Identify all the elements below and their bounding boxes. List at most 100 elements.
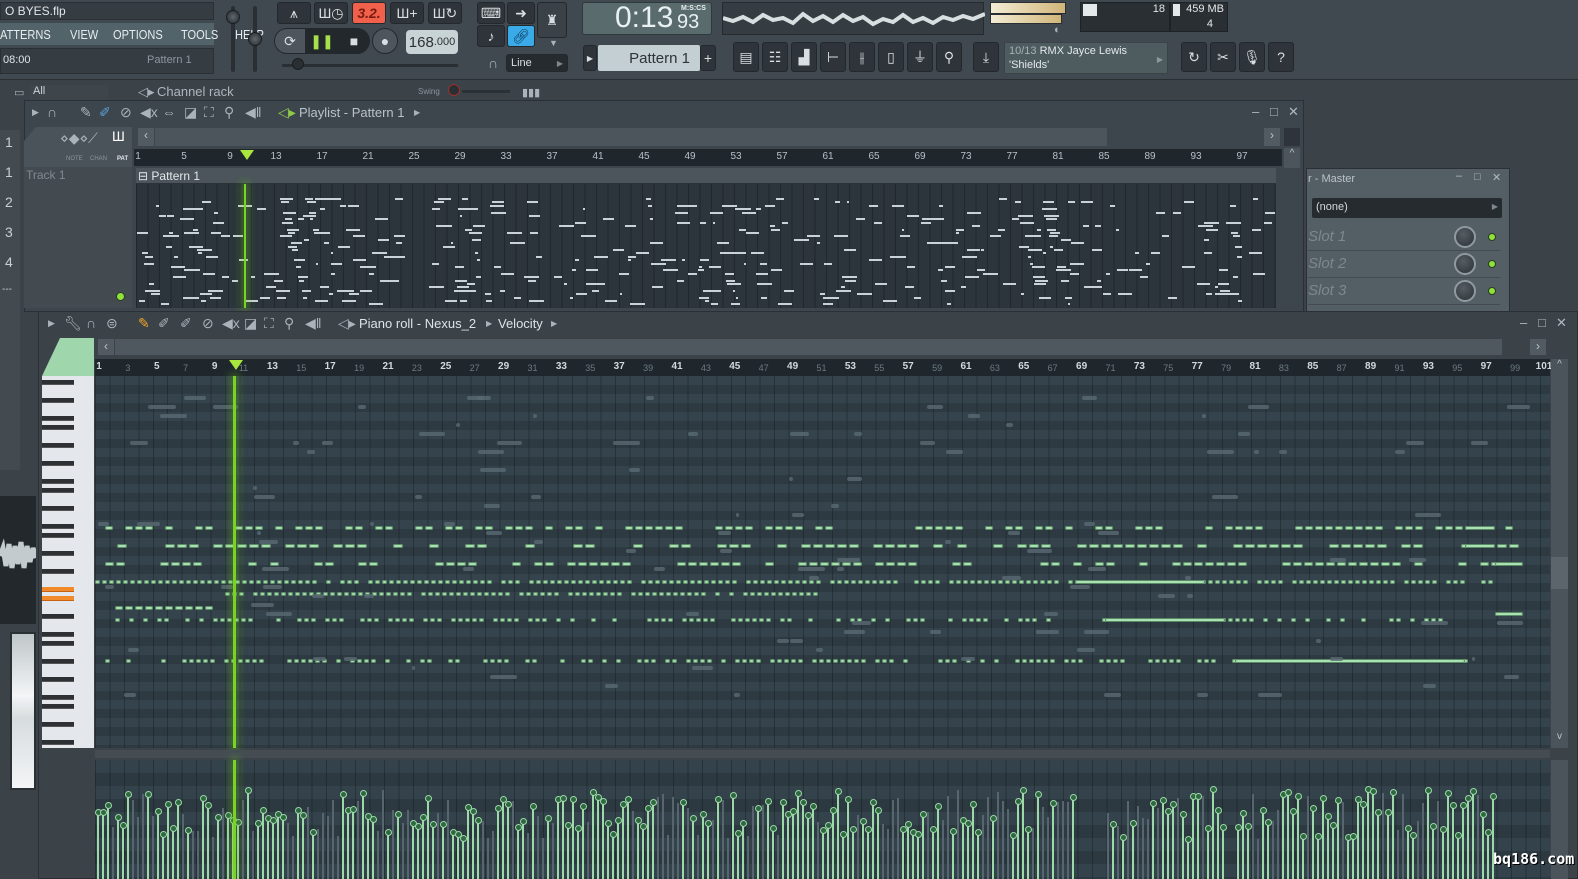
- note[interactable]: [661, 618, 666, 622]
- velocity-handle[interactable]: [1070, 794, 1077, 802]
- close-button[interactable]: ✕: [1492, 171, 1501, 184]
- tab-pat[interactable]: PAT: [117, 156, 128, 162]
- note[interactable]: [344, 592, 349, 596]
- velocity-bar[interactable]: [862, 820, 864, 879]
- note[interactable]: [388, 618, 393, 622]
- velocity-bar[interactable]: [252, 830, 254, 879]
- note[interactable]: [172, 580, 177, 584]
- note[interactable]: [505, 592, 510, 596]
- note[interactable]: [332, 618, 337, 622]
- note[interactable]: [560, 659, 565, 663]
- note[interactable]: [116, 562, 125, 566]
- velocity-handle[interactable]: [920, 811, 927, 819]
- black-key[interactable]: [42, 641, 74, 646]
- velocity-bar[interactable]: [562, 797, 564, 879]
- velocity-bar[interactable]: [1062, 801, 1064, 879]
- velocity-handle[interactable]: [1300, 832, 1307, 840]
- note[interactable]: [515, 526, 523, 530]
- velocity-handle[interactable]: [935, 802, 942, 810]
- slice-icon[interactable]: ◪: [184, 104, 197, 121]
- note[interactable]: [195, 526, 203, 530]
- note[interactable]: [224, 659, 229, 663]
- note[interactable]: [345, 544, 355, 548]
- note[interactable]: [617, 592, 622, 596]
- note[interactable]: [699, 562, 708, 566]
- note[interactable]: [826, 659, 831, 663]
- edison-button[interactable]: ✂: [1210, 42, 1236, 72]
- maximize-button[interactable]: □: [1270, 104, 1278, 119]
- slot-mix-knob[interactable]: [1454, 226, 1476, 248]
- velocity-handle[interactable]: [1490, 793, 1497, 801]
- velocity-bar[interactable]: [1342, 801, 1344, 879]
- note[interactable]: [581, 659, 586, 663]
- note[interactable]: [1149, 544, 1159, 548]
- note[interactable]: [1325, 526, 1333, 530]
- note[interactable]: [1205, 562, 1214, 566]
- note[interactable]: [1329, 544, 1339, 548]
- note[interactable]: [301, 659, 306, 663]
- note[interactable]: [659, 592, 664, 596]
- note[interactable]: [1235, 659, 1465, 663]
- velocity-handle[interactable]: [605, 819, 612, 827]
- note[interactable]: [557, 580, 562, 584]
- note[interactable]: [771, 592, 776, 596]
- note[interactable]: [431, 580, 436, 584]
- velocity-handle[interactable]: [640, 822, 647, 830]
- velocity-bar[interactable]: [1117, 826, 1119, 879]
- note[interactable]: [612, 618, 617, 622]
- note[interactable]: [620, 580, 625, 584]
- note[interactable]: [775, 526, 783, 530]
- note[interactable]: [631, 592, 636, 596]
- link-button[interactable]: 🔗︎: [507, 25, 535, 47]
- velocity-bar[interactable]: [237, 821, 239, 879]
- note[interactable]: [633, 544, 643, 548]
- velocity-handle[interactable]: [200, 795, 207, 803]
- velocity-handle[interactable]: [280, 813, 287, 821]
- velocity-handle[interactable]: [1460, 801, 1467, 809]
- note[interactable]: [144, 580, 149, 584]
- note[interactable]: [969, 618, 974, 622]
- note[interactable]: [738, 618, 743, 622]
- note[interactable]: [1025, 618, 1030, 622]
- velocity-handle[interactable]: [625, 796, 632, 804]
- note[interactable]: [600, 562, 609, 566]
- black-key[interactable]: [42, 677, 74, 682]
- note[interactable]: [669, 544, 679, 548]
- note[interactable]: [1383, 580, 1388, 584]
- note[interactable]: [1235, 526, 1243, 530]
- velocity-bar[interactable]: [897, 797, 899, 879]
- note[interactable]: [666, 592, 671, 596]
- note[interactable]: [1135, 526, 1143, 530]
- velocity-bar[interactable]: [1472, 791, 1474, 879]
- velocity-bar[interactable]: [1447, 792, 1449, 879]
- note[interactable]: [423, 618, 428, 622]
- note[interactable]: [351, 592, 356, 596]
- note[interactable]: [704, 580, 709, 584]
- velocity-handle[interactable]: [970, 801, 977, 809]
- playhead-marker[interactable]: [229, 360, 243, 370]
- velocity-bar[interactable]: [312, 832, 314, 879]
- note[interactable]: [788, 580, 793, 584]
- note[interactable]: [801, 544, 811, 548]
- note[interactable]: [1355, 580, 1360, 584]
- velocity-handle[interactable]: [730, 791, 737, 799]
- note[interactable]: [189, 659, 194, 663]
- note[interactable]: [1233, 544, 1243, 548]
- note[interactable]: [970, 580, 975, 584]
- note[interactable]: [519, 592, 524, 596]
- target-control[interactable]: Velocity: [498, 316, 543, 331]
- note[interactable]: [627, 580, 632, 584]
- note[interactable]: [983, 618, 988, 622]
- note[interactable]: [1445, 526, 1453, 530]
- velocity-bar[interactable]: [382, 789, 384, 879]
- note[interactable]: [459, 580, 464, 584]
- velocity-handle[interactable]: [1335, 796, 1342, 804]
- velocity-bar[interactable]: [1302, 835, 1304, 879]
- note[interactable]: [637, 659, 642, 663]
- note[interactable]: [205, 526, 213, 530]
- note[interactable]: [326, 580, 331, 584]
- note[interactable]: [1208, 580, 1213, 584]
- zoom-handle[interactable]: [1284, 128, 1300, 146]
- note[interactable]: [673, 592, 678, 596]
- note[interactable]: [487, 580, 492, 584]
